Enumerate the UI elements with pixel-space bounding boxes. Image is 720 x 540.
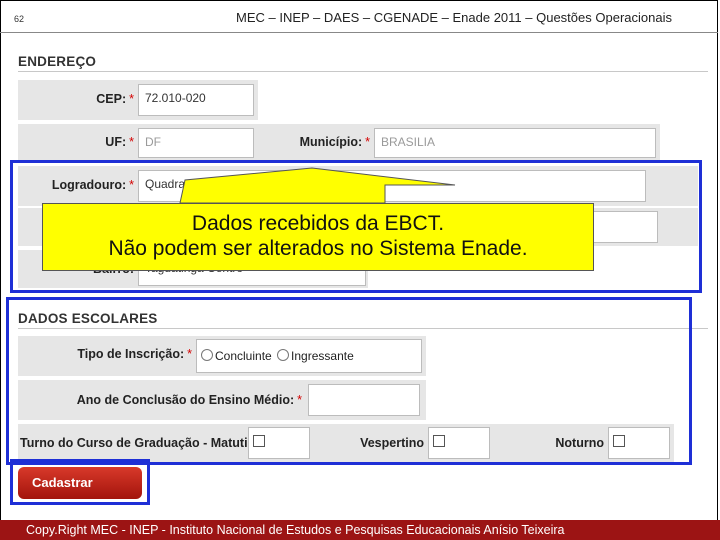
callout-line-2: Não podem ser alterados no Sistema Enade… — [108, 237, 528, 260]
callout-line-1: Dados recebidos da EBCT. — [191, 212, 445, 235]
highlight-frame-dados-escolares — [6, 297, 692, 465]
highlight-frame-cadastrar — [10, 459, 150, 505]
callout-ebct: Dados recebidos da EBCT. Não podem ser a… — [42, 203, 594, 271]
footer-copyright: Copy.Right MEC - INEP - Instituto Nacion… — [26, 523, 565, 537]
